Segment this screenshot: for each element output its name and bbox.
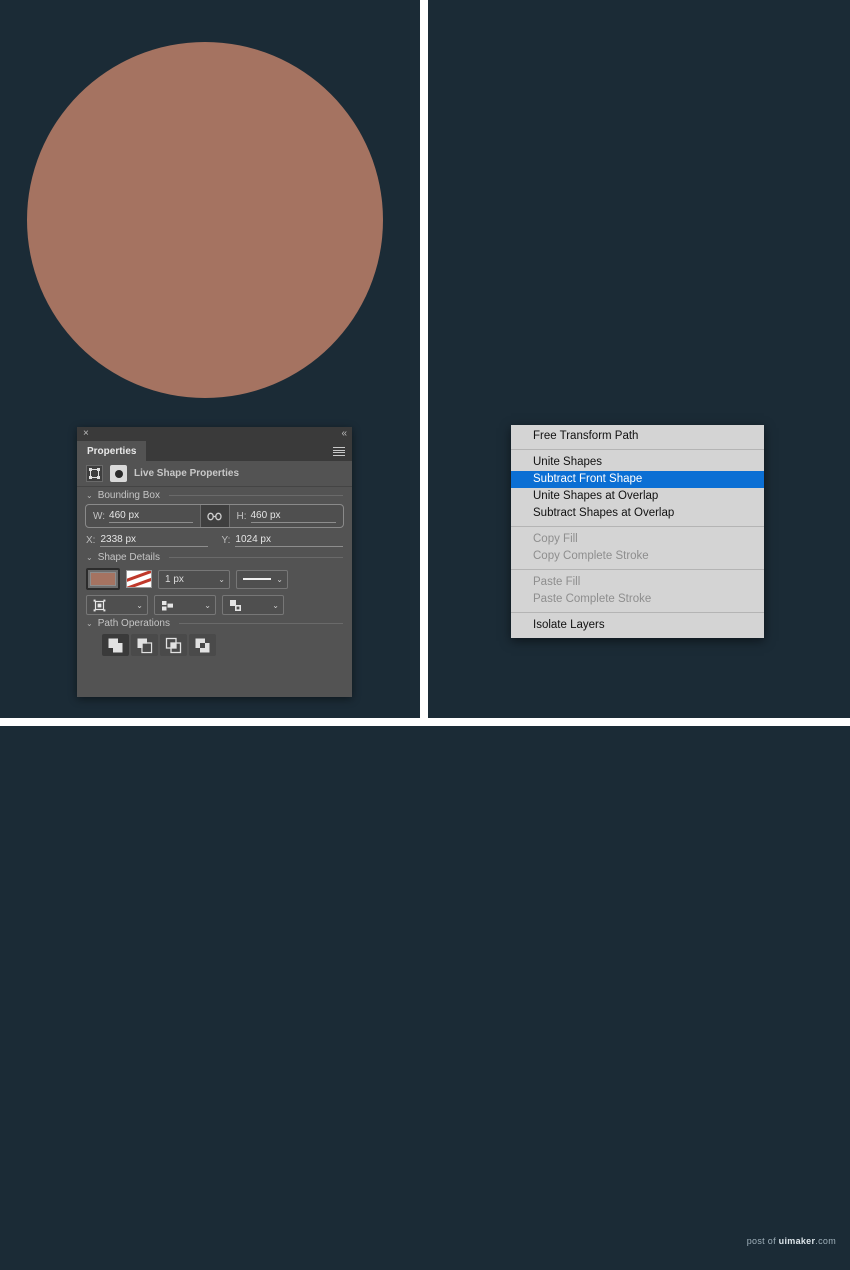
chevron-down-icon: ⌄	[136, 600, 143, 610]
width-value[interactable]: 460 px	[109, 510, 193, 523]
stroke-align-dropdown[interactable]: ⌄	[86, 595, 148, 615]
vertical-divider	[420, 0, 428, 722]
stage-bottom	[0, 726, 850, 1270]
section-rule	[168, 557, 343, 558]
corner-type-icon	[230, 599, 241, 611]
chevron-down-icon: ⌄	[272, 600, 279, 610]
panel-menu-icon[interactable]	[333, 447, 345, 456]
y-value[interactable]: 1024 px	[235, 534, 343, 547]
chevron-down-icon[interactable]: ⌄	[86, 553, 93, 562]
section-rule	[168, 495, 343, 496]
solid-circle-shape[interactable]	[27, 42, 383, 398]
fill-color-chip	[90, 572, 116, 586]
horizontal-divider	[0, 718, 850, 726]
menu-separator	[511, 569, 764, 570]
menu-item-copy-fill: Copy Fill	[533, 533, 578, 545]
collapse-panel-icon[interactable]: «	[341, 428, 346, 440]
height-field[interactable]: H: 460 px	[230, 505, 344, 527]
stroke-color-swatch[interactable]	[126, 570, 152, 588]
menu-separator	[511, 449, 764, 450]
y-label: Y:	[221, 535, 231, 546]
chevron-down-icon: ⌄	[276, 574, 283, 584]
live-shape-header: Live Shape Properties	[77, 461, 352, 487]
link-dimensions-icon[interactable]	[199, 505, 230, 527]
width-height-group: W: 460 px H: 460 px	[85, 504, 344, 528]
watermark-suffix: .com	[815, 1236, 836, 1246]
ellipse-shape-icon	[110, 465, 127, 482]
panel-header-title: Live Shape Properties	[134, 468, 240, 479]
bounding-box-label: Bounding Box	[97, 490, 160, 501]
cap-type-dropdown[interactable]: ⌄	[154, 595, 216, 615]
shape-details-row-1: 1 px ⌄ ⌄	[77, 564, 352, 590]
x-label: X:	[86, 535, 96, 546]
chevron-down-icon: ⌄	[204, 600, 211, 610]
menu-item-copy-complete-stroke: Copy Complete Stroke	[533, 550, 649, 562]
height-label: H:	[236, 510, 247, 522]
shape-details-label: Shape Details	[97, 552, 160, 563]
watermark-prefix: post of	[746, 1236, 779, 1246]
stroke-width-value: 1 px	[165, 573, 184, 585]
chevron-down-icon: ⌄	[218, 574, 225, 584]
menu-item-paste-complete-stroke: Paste Complete Stroke	[533, 593, 652, 605]
menu-item-subtract-shapes-at-overlap[interactable]: Subtract Shapes at Overlap	[511, 505, 764, 522]
position-row: X: 2338 px Y: 1024 px	[77, 528, 352, 549]
fill-color-swatch[interactable]	[86, 568, 120, 590]
menu-item-paste-fill: Paste Fill	[533, 576, 581, 588]
section-rule	[178, 623, 343, 624]
intersect-shape-areas-button[interactable]	[160, 634, 187, 656]
section-bounding-box[interactable]: ⌄ Bounding Box	[77, 487, 352, 502]
menu-separator	[511, 612, 764, 613]
cap-type-icon	[162, 600, 173, 610]
shape-details-row-2: ⌄ ⌄ ⌄	[77, 590, 352, 615]
corner-type-dropdown[interactable]: ⌄	[222, 595, 284, 615]
watermark-brand: uimaker	[778, 1236, 816, 1246]
section-path-operations[interactable]: ⌄ Path Operations	[77, 615, 352, 630]
subtract-front-shape-button[interactable]	[131, 634, 158, 656]
menu-item-unite-shapes[interactable]: Unite Shapes	[511, 454, 764, 471]
section-shape-details[interactable]: ⌄ Shape Details	[77, 549, 352, 564]
solid-line-icon	[243, 578, 272, 580]
stroke-style-dropdown[interactable]: ⌄	[236, 569, 288, 589]
menu-item-subtract-front-shape[interactable]: Subtract Front Shape	[511, 471, 764, 488]
stroke-align-icon	[93, 599, 106, 611]
combine-shapes-button[interactable]	[102, 634, 129, 656]
properties-panel: × « Properties Live Shape Properties ⌄ B…	[77, 427, 352, 697]
y-field[interactable]: Y: 1024 px	[221, 534, 343, 547]
chevron-down-icon[interactable]: ⌄	[86, 491, 93, 500]
path-operations-context-menu: Free Transform Path Unite Shapes Subtrac…	[511, 425, 764, 638]
transform-bounds-icon[interactable]	[86, 465, 103, 482]
path-operations-label: Path Operations	[97, 618, 170, 629]
menu-item-isolate-layers[interactable]: Isolate Layers	[511, 617, 764, 634]
path-operations-buttons	[77, 630, 352, 656]
exclude-overlapping-shapes-button[interactable]	[189, 634, 216, 656]
height-value[interactable]: 460 px	[250, 510, 336, 523]
menu-separator	[511, 526, 764, 527]
stroke-width-dropdown[interactable]: 1 px ⌄	[158, 569, 230, 589]
close-icon[interactable]: ×	[83, 428, 89, 440]
width-label: W:	[93, 510, 106, 522]
width-field[interactable]: W: 460 px	[86, 505, 200, 527]
watermark: post of uimaker.com	[747, 1236, 836, 1246]
tab-properties[interactable]: Properties	[77, 441, 147, 461]
panel-titlebar: × «	[77, 427, 352, 441]
x-field[interactable]: X: 2338 px	[86, 534, 208, 547]
x-value[interactable]: 2338 px	[100, 534, 208, 547]
chevron-down-icon[interactable]: ⌄	[86, 619, 93, 628]
panel-tabbar: Properties	[77, 441, 352, 461]
menu-item-free-transform-path[interactable]: Free Transform Path	[511, 428, 764, 445]
menu-item-unite-shapes-at-overlap[interactable]: Unite Shapes at Overlap	[511, 488, 764, 505]
